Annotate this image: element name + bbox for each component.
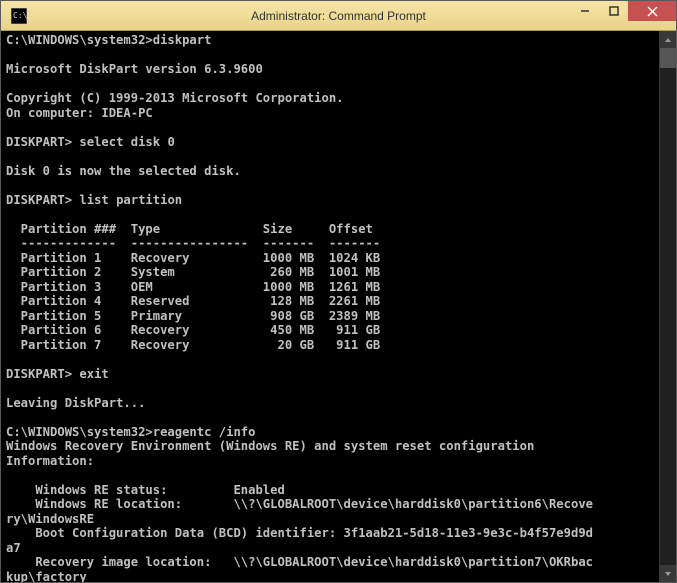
close-button[interactable] xyxy=(628,1,676,21)
table-row: Partition 4 Reserved 128 MB 2261 MB xyxy=(6,294,380,308)
maximize-button[interactable] xyxy=(600,1,628,21)
output-line: a7 xyxy=(6,541,21,555)
minimize-icon xyxy=(580,6,590,16)
svg-text:C:\: C:\ xyxy=(13,11,27,20)
output-line: Recovery image location: \\?\GLOBALROOT\… xyxy=(6,555,593,569)
window-controls xyxy=(570,1,676,30)
output-line: kup\factory xyxy=(6,570,87,583)
command: exit xyxy=(79,367,108,381)
maximize-icon xyxy=(609,6,619,16)
table-row: Partition 2 System 260 MB 1001 MB xyxy=(6,265,380,279)
chevron-up-icon xyxy=(664,36,672,44)
titlebar[interactable]: C:\ Administrator: Command Prompt xyxy=(1,1,676,31)
table-row: Partition 7 Recovery 20 GB 911 GB xyxy=(6,338,380,352)
output-line: Windows RE location: \\?\GLOBALROOT\devi… xyxy=(6,497,593,511)
table-row: Partition 6 Recovery 450 MB 911 GB xyxy=(6,323,380,337)
command: select disk 0 xyxy=(79,135,174,149)
table-row: Partition 5 Primary 908 GB 2389 MB xyxy=(6,309,380,323)
prompt: C:\WINDOWS\system32> xyxy=(6,425,153,439)
output-line: Leaving DiskPart... xyxy=(6,396,145,410)
close-icon xyxy=(647,6,658,17)
chevron-down-icon xyxy=(664,570,672,578)
table-row: Partition 3 OEM 1000 MB 1261 MB xyxy=(6,280,380,294)
prompt: DISKPART> xyxy=(6,135,72,149)
command: reagentc /info xyxy=(153,425,256,439)
output-line: Boot Configuration Data (BCD) identifier… xyxy=(6,526,593,540)
output-line: Windows RE status: Enabled xyxy=(6,483,285,497)
output-line: Windows Recovery Environment (Windows RE… xyxy=(6,439,534,453)
scroll-up-button[interactable] xyxy=(660,31,676,48)
output-line: On computer: IDEA-PC xyxy=(6,106,153,120)
minimize-button[interactable] xyxy=(570,1,600,21)
output-line: ry\WindowsRE xyxy=(6,512,94,526)
prompt: DISKPART> xyxy=(6,367,72,381)
prompt: C:\WINDOWS\system32> xyxy=(6,33,153,47)
table-divider: ------------- ---------------- ------- -… xyxy=(6,236,380,250)
output-line: Disk 0 is now the selected disk. xyxy=(6,164,241,178)
output-line: Copyright (C) 1999-2013 Microsoft Corpor… xyxy=(6,91,344,105)
scroll-down-button[interactable] xyxy=(660,565,676,582)
scrollbar-thumb[interactable] xyxy=(660,48,676,68)
window-title: Administrator: Command Prompt xyxy=(251,9,426,23)
scrollbar[interactable] xyxy=(659,31,676,582)
command: diskpart xyxy=(153,33,212,47)
table-row: Partition 1 Recovery 1000 MB 1024 KB xyxy=(6,251,380,265)
table-header: Partition ### Type Size Offset xyxy=(6,222,373,236)
scrollbar-track[interactable] xyxy=(660,48,676,565)
terminal-output[interactable]: C:\WINDOWS\system32>diskpart Microsoft D… xyxy=(1,31,659,582)
cmd-icon: C:\ xyxy=(9,6,29,26)
command: list partition xyxy=(79,193,182,207)
output-line: Information: xyxy=(6,454,94,468)
output-line: Microsoft DiskPart version 6.3.9600 xyxy=(6,62,263,76)
prompt: DISKPART> xyxy=(6,193,72,207)
